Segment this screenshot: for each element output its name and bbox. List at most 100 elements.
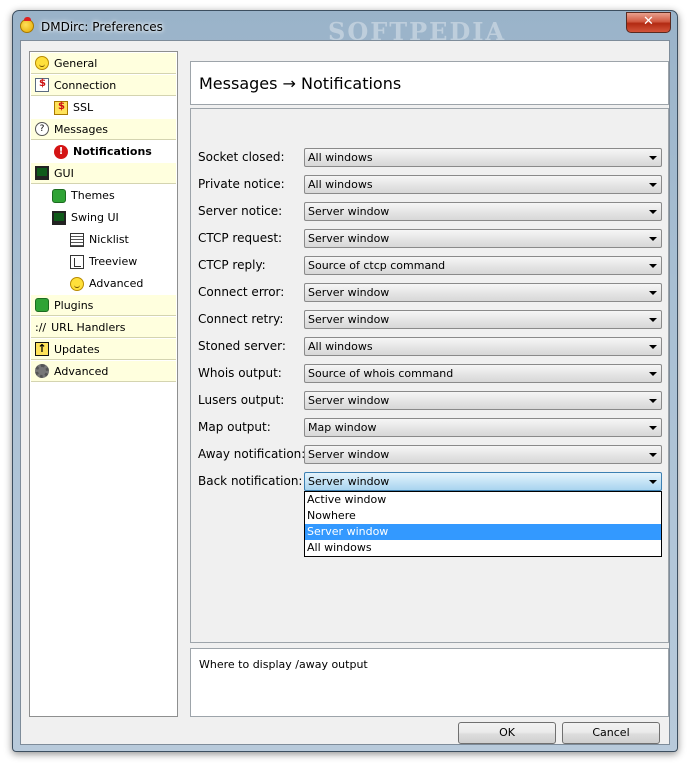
dropdown-option[interactable]: Server window	[305, 524, 661, 540]
sidebar-item-gui[interactable]: GUI	[31, 163, 176, 184]
sidebar-item-updates[interactable]: Updates	[31, 339, 176, 360]
connect-retry-select[interactable]: Server window	[304, 310, 662, 329]
monitor-icon	[52, 210, 66, 225]
select-value: Server window	[308, 394, 390, 407]
tree-icon	[70, 254, 84, 269]
ctcp-reply-label: CTCP reply:	[198, 258, 266, 272]
sidebar-item-label: Notifications	[73, 145, 152, 158]
chevron-down-icon[interactable]	[649, 210, 657, 214]
chevron-down-icon[interactable]	[649, 426, 657, 430]
description-box: Where to display /away output	[190, 648, 669, 717]
sidebar-item-connection[interactable]: Connection	[31, 75, 176, 96]
lusers-output-label: Lusers output:	[198, 393, 285, 407]
sidebar-item-url-handlers[interactable]: :// URL Handlers	[31, 317, 176, 338]
window-title: DMDirc: Preferences	[41, 20, 163, 34]
chevron-down-icon[interactable]	[649, 237, 657, 241]
select-value: Server window	[308, 232, 390, 245]
sidebar-item-label: Themes	[71, 189, 115, 202]
ctcp-reply-select[interactable]: Source of ctcp command	[304, 256, 662, 275]
socket-closed-select[interactable]: All windows	[304, 148, 662, 167]
sidebar-item-swing-ui[interactable]: Swing UI	[52, 207, 119, 228]
sidebar-item-themes[interactable]: Themes	[52, 185, 115, 206]
away-notification-select[interactable]: Server window	[304, 445, 662, 464]
connection-icon	[35, 78, 49, 92]
back-notification-select[interactable]: Server window	[304, 472, 662, 491]
ssl-icon	[54, 100, 68, 115]
sidebar-item-label: Messages	[54, 122, 108, 136]
description-text: Where to display /away output	[199, 658, 368, 671]
ctcp-request-label: CTCP request:	[198, 231, 283, 245]
chevron-down-icon[interactable]	[649, 183, 657, 187]
private-notice-select[interactable]: All windows	[304, 175, 662, 194]
lusers-output-select[interactable]: Server window	[304, 391, 662, 410]
socket-closed-label: Socket closed:	[198, 150, 285, 164]
alert-icon	[54, 144, 68, 159]
chevron-down-icon[interactable]	[649, 480, 657, 484]
ok-button[interactable]: OK	[458, 722, 556, 744]
chevron-down-icon[interactable]	[649, 372, 657, 376]
sidebar-item-messages[interactable]: Messages	[31, 119, 176, 140]
dialog-body: General Connection SSL Messages Notification…	[20, 40, 670, 745]
sidebar-item-label: Connection	[54, 78, 117, 92]
chevron-down-icon[interactable]	[649, 345, 657, 349]
select-value: Server window	[308, 205, 390, 218]
sidebar-item-general[interactable]: General	[31, 53, 176, 74]
chevron-down-icon[interactable]	[649, 318, 657, 322]
smiley-icon	[70, 276, 84, 291]
monitor-icon	[35, 166, 49, 180]
stoned-server-label: Stoned server:	[198, 339, 286, 353]
whois-output-label: Whois output:	[198, 366, 282, 380]
connect-error-select[interactable]: Server window	[304, 283, 662, 302]
ctcp-request-select[interactable]: Server window	[304, 229, 662, 248]
category-tree[interactable]: General Connection SSL Messages Notification…	[29, 51, 178, 717]
sidebar-item-notifications[interactable]: Notifications	[54, 141, 152, 162]
select-value: Server window	[308, 475, 390, 488]
sidebar-item-label: SSL	[73, 101, 94, 114]
page-title: Messages → Notifications	[199, 74, 402, 93]
sidebar-item-ssl[interactable]: SSL	[54, 97, 93, 118]
dropdown-option[interactable]: Active window	[305, 492, 661, 508]
sidebar-item-treeview[interactable]: Treeview	[70, 251, 137, 272]
help-icon	[35, 122, 49, 136]
chevron-down-icon[interactable]	[649, 453, 657, 457]
sidebar-item-label: Updates	[54, 342, 100, 356]
url-icon: ://	[35, 320, 47, 334]
away-notification-label: Away notification:	[198, 447, 306, 461]
chevron-down-icon[interactable]	[649, 264, 657, 268]
close-button[interactable]: ✕	[626, 12, 671, 33]
server-notice-label: Server notice:	[198, 204, 283, 218]
sidebar-item-advanced[interactable]: Advanced	[70, 273, 143, 294]
connect-error-label: Connect error:	[198, 285, 285, 299]
select-value: All windows	[308, 151, 373, 164]
dropdown-list[interactable]: Active window Nowhere Server window All win…	[304, 491, 662, 557]
stoned-server-select[interactable]: All windows	[304, 337, 662, 356]
sidebar-item-label: Advanced	[54, 364, 109, 378]
whois-output-select[interactable]: Source of whois command	[304, 364, 662, 383]
update-icon	[35, 342, 49, 356]
select-value: Server window	[308, 286, 390, 299]
gear-icon	[35, 364, 49, 378]
app-icon	[20, 17, 34, 33]
sidebar-item-plugins[interactable]: Plugins	[31, 295, 176, 316]
dropdown-option[interactable]: All windows	[305, 540, 661, 556]
chevron-down-icon[interactable]	[649, 156, 657, 160]
sidebar-item-nicklist[interactable]: Nicklist	[70, 229, 129, 250]
title-bar[interactable]: DMDirc: Preferences SOFTPEDIA ✕	[13, 11, 677, 46]
sidebar-item-label: Nicklist	[89, 233, 129, 246]
puzzle-icon	[35, 298, 49, 312]
sidebar-item-label: General	[54, 56, 98, 70]
sidebar-item-advanced[interactable]: Advanced	[31, 361, 176, 382]
chevron-down-icon[interactable]	[649, 399, 657, 403]
select-value: Source of ctcp command	[308, 259, 446, 272]
map-output-select[interactable]: Map window	[304, 418, 662, 437]
cancel-button[interactable]: Cancel	[562, 722, 660, 744]
dropdown-option[interactable]: Nowhere	[305, 508, 661, 524]
sidebar-item-label: Plugins	[54, 298, 94, 312]
chevron-down-icon[interactable]	[649, 291, 657, 295]
sidebar-item-label: GUI	[54, 166, 74, 180]
smiley-icon	[35, 56, 49, 70]
connect-retry-label: Connect retry:	[198, 312, 284, 326]
settings-form: Socket closed: All windows Private notice:…	[190, 108, 669, 643]
select-value: Source of whois command	[308, 367, 454, 380]
server-notice-select[interactable]: Server window	[304, 202, 662, 221]
